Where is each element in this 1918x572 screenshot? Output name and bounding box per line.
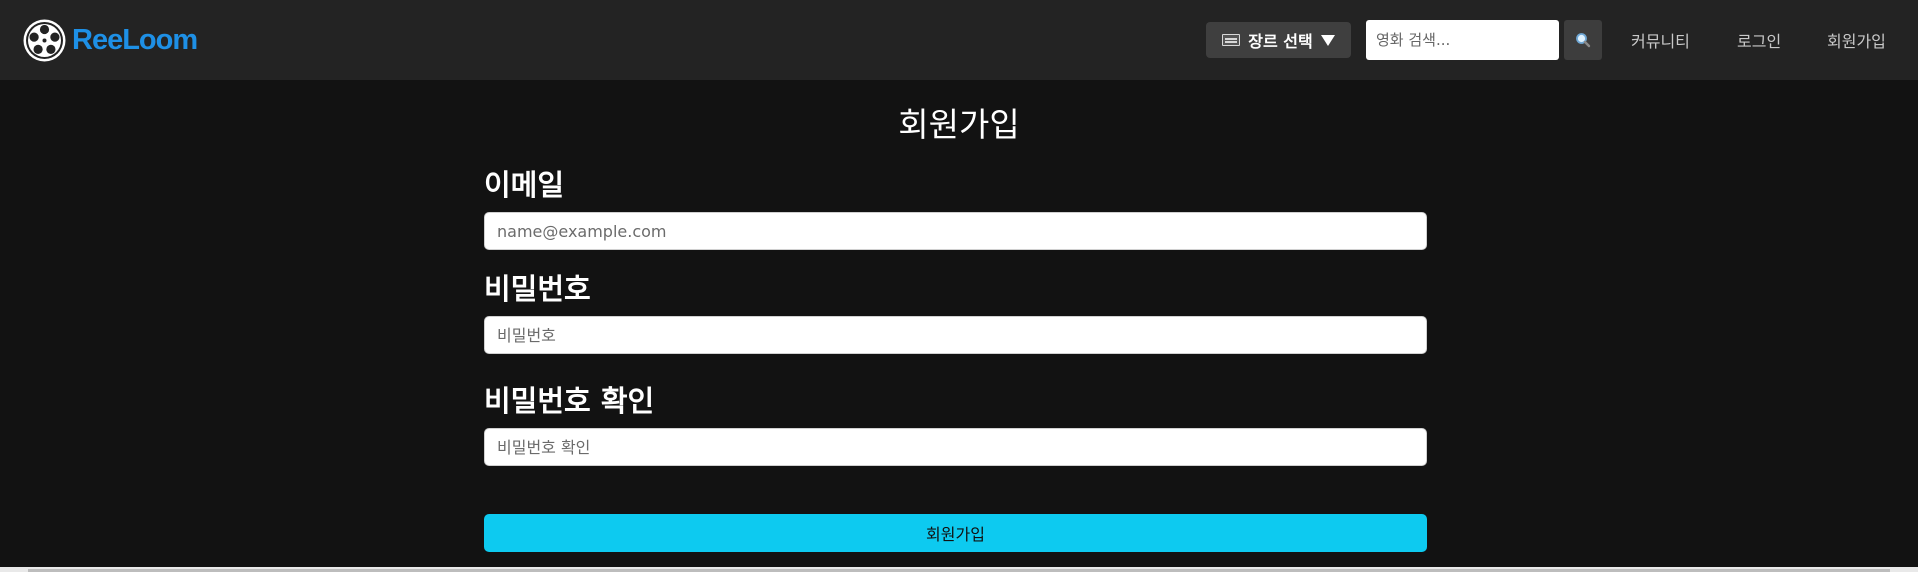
page-title: 회원가입	[898, 105, 1020, 144]
password-field[interactable]	[484, 316, 1427, 354]
search-button[interactable]	[1564, 20, 1602, 60]
email-field[interactable]	[484, 212, 1427, 250]
search-icon	[1576, 33, 1591, 48]
password-label: 비밀번호	[484, 272, 591, 306]
nav-link-community[interactable]: 커뮤니티	[1631, 28, 1690, 52]
password-confirm-label: 비밀번호 확인	[484, 384, 655, 418]
email-label: 이메일	[484, 168, 565, 202]
nav-link-login[interactable]: 로그인	[1737, 28, 1781, 52]
genre-select-label: 장르 선택	[1248, 32, 1313, 51]
caret-down-icon	[1320, 34, 1335, 46]
signup-submit-button[interactable]: 회원가입	[484, 514, 1427, 552]
horizontal-scrollbar[interactable]	[0, 567, 1918, 572]
nav-link-signup[interactable]: 회원가입	[1827, 28, 1886, 52]
brand-logo-link[interactable]: ReeLoom	[22, 18, 198, 63]
password-confirm-field[interactable]	[484, 428, 1427, 466]
film-icon	[1222, 34, 1241, 46]
movie-search-input[interactable]	[1366, 20, 1559, 60]
film-reel-icon	[23, 19, 66, 62]
brand-name: ReeLoom	[72, 24, 198, 56]
top-navbar: ReeLoom 장르 선택 커뮤니티 로그인 회원가입	[0, 0, 1918, 80]
genre-select-button[interactable]: 장르 선택	[1206, 22, 1351, 58]
